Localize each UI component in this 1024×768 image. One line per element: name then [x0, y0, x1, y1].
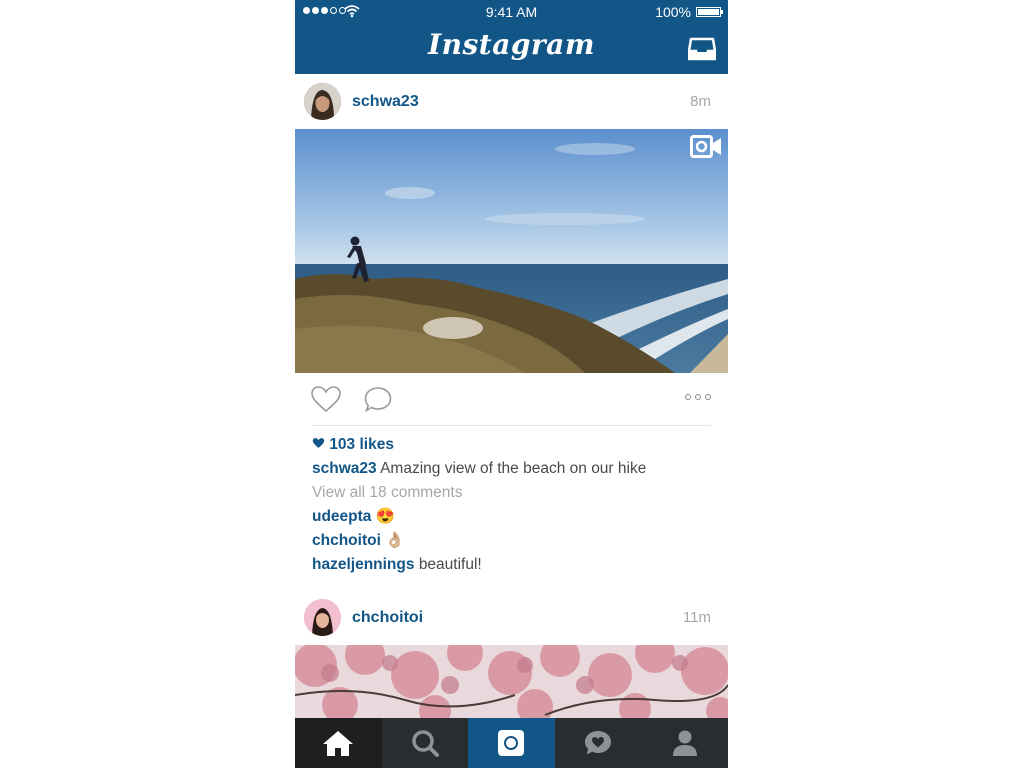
post-time: 11m: [682, 609, 711, 626]
tab-profile[interactable]: [641, 718, 728, 768]
tab-search[interactable]: [382, 718, 469, 768]
caption: schwa23 Amazing view of the beach on our…: [312, 457, 712, 481]
app-header: 9:41 AM 100% Instagram: [295, 0, 728, 74]
bottom-tab-bar: [295, 718, 728, 768]
comment-bubble-icon[interactable]: [363, 385, 393, 413]
battery-percent: 100%: [655, 4, 691, 20]
post-actions: [295, 373, 728, 426]
activity-heart-icon: [585, 731, 612, 755]
post-header: schwa23 8m: [295, 74, 728, 130]
instagram-app: 9:41 AM 100% Instagram schwa23 8m 103 li…: [295, 0, 728, 768]
comment-item: hazeljennings beautiful!: [312, 553, 712, 577]
battery-icon: [696, 7, 723, 17]
video-indicator-icon: [690, 135, 721, 158]
likes-label: 103 likes: [329, 436, 394, 453]
post-username[interactable]: chchoitoi: [352, 609, 423, 627]
like-heart-icon[interactable]: [310, 385, 342, 413]
avatar[interactable]: [304, 599, 341, 636]
search-icon: [412, 730, 439, 757]
post-photo[interactable]: [295, 645, 728, 718]
comment-username[interactable]: udeepta: [312, 508, 371, 525]
comment-item: udeepta 😍: [312, 505, 712, 529]
post-photo[interactable]: [295, 129, 728, 373]
comment-item: chchoitoi 👌🏼: [312, 529, 712, 553]
comment-text: 👌🏼: [385, 532, 405, 549]
post-header: chchoitoi 11m: [295, 590, 728, 646]
tab-activity[interactable]: [555, 718, 642, 768]
post-time: 8m: [690, 93, 711, 110]
more-options-button[interactable]: [685, 394, 711, 400]
comment-username[interactable]: chchoitoi: [312, 532, 381, 549]
likes-count[interactable]: 103 likes: [312, 433, 712, 457]
tab-home[interactable]: [295, 718, 382, 768]
divider: [312, 425, 711, 426]
comment-text: beautiful!: [418, 556, 482, 573]
post-meta: 103 likes schwa23 Amazing view of the be…: [312, 433, 712, 577]
profile-icon: [672, 730, 697, 756]
caption-username[interactable]: schwa23: [312, 460, 377, 477]
small-heart-icon: [312, 438, 325, 448]
comment-username[interactable]: hazeljennings: [312, 556, 415, 573]
inbox-tray-icon[interactable]: [688, 36, 716, 62]
caption-text: Amazing view of the beach on our hike: [380, 460, 647, 477]
status-bar: 9:41 AM 100%: [295, 0, 728, 24]
view-all-comments-link[interactable]: View all 18 comments: [312, 481, 712, 505]
home-icon: [323, 731, 354, 756]
app-logo: Instagram: [428, 28, 595, 61]
tab-camera[interactable]: [468, 718, 555, 768]
avatar[interactable]: [304, 83, 341, 120]
camera-icon: [498, 730, 525, 756]
comment-text: 😍: [375, 508, 396, 525]
post-username[interactable]: schwa23: [352, 93, 419, 111]
